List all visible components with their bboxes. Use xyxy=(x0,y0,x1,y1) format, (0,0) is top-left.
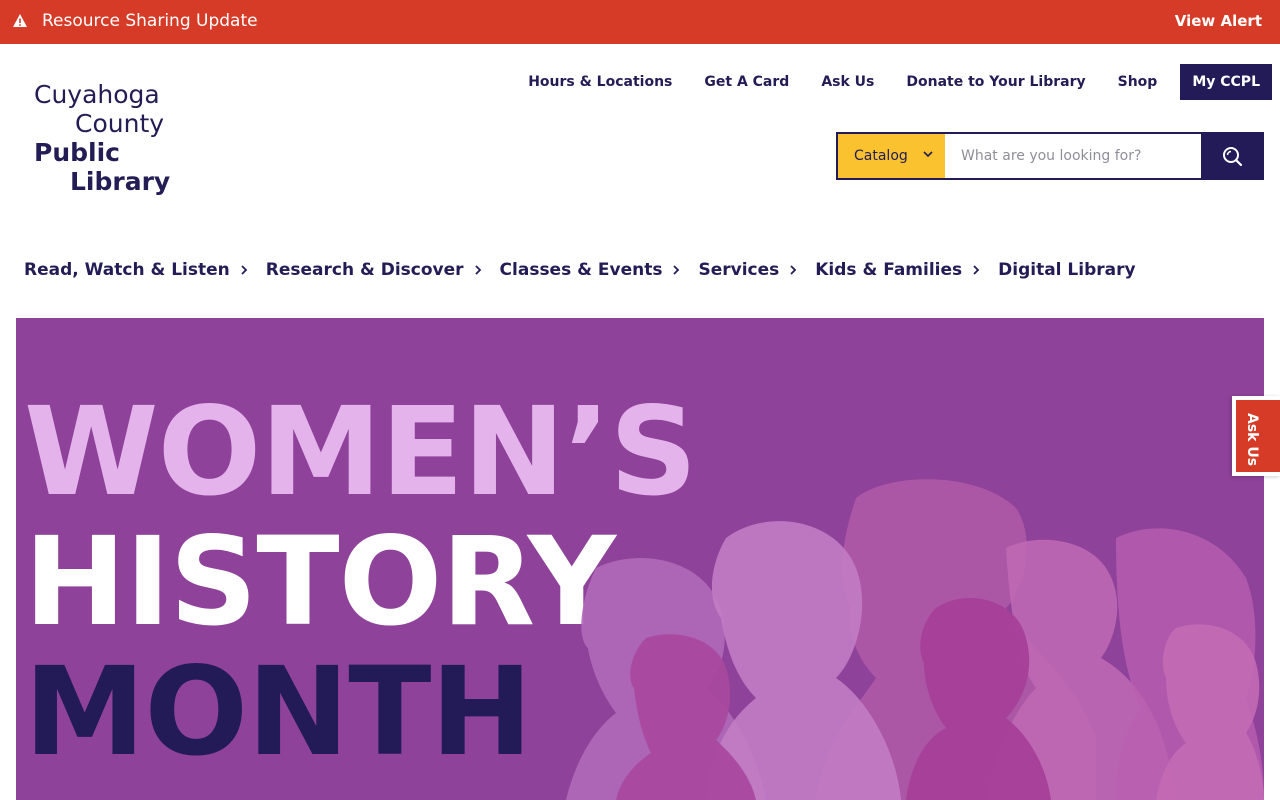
logo-line-1: Cuyahoga xyxy=(34,80,160,109)
hours-locations-link[interactable]: Hours & Locations xyxy=(528,74,672,90)
ask-us-tab-label: Ask Us xyxy=(1244,413,1260,467)
shop-link[interactable]: Shop xyxy=(1118,74,1158,90)
nav-digital-library[interactable]: Digital Library xyxy=(998,260,1135,280)
warning-icon xyxy=(13,14,27,27)
hero-title-line-3: MONTH xyxy=(24,641,533,783)
get-a-card-link[interactable]: Get A Card xyxy=(704,74,789,90)
search-input[interactable] xyxy=(945,134,1201,178)
chevron-right-icon xyxy=(673,265,680,275)
nav-read-watch-listen[interactable]: Read, Watch & Listen xyxy=(24,260,248,280)
library-logo[interactable]: Cuyahoga County Public Library xyxy=(34,80,184,196)
ask-us-side-tab[interactable]: Ask Us xyxy=(1232,396,1280,476)
nav-kids-families[interactable]: Kids & Families xyxy=(815,260,980,280)
search-button[interactable] xyxy=(1201,134,1262,178)
nav-label: Services xyxy=(698,260,780,280)
women-silhouettes-illustration xyxy=(566,479,1264,800)
alert-bar: Resource Sharing Update View Alert xyxy=(0,0,1280,44)
utility-nav: Hours & Locations Get A Card Ask Us Dona… xyxy=(496,64,1272,100)
donate-link[interactable]: Donate to Your Library xyxy=(906,74,1085,90)
ask-us-tab-background: Ask Us xyxy=(1236,400,1280,472)
search-scope-select[interactable]: Catalog xyxy=(838,134,945,178)
hero-banner[interactable]: WOMEN’S HISTORY MONTH xyxy=(16,318,1264,800)
nav-label: Kids & Families xyxy=(815,260,963,280)
chevron-down-icon xyxy=(923,151,933,158)
logo-line-2: County xyxy=(75,109,165,138)
view-alert-link[interactable]: View Alert xyxy=(1175,12,1262,30)
chevron-right-icon xyxy=(973,265,980,275)
my-ccpl-button[interactable]: My CCPL xyxy=(1180,64,1272,100)
nav-research-discover[interactable]: Research & Discover xyxy=(266,260,482,280)
search-scope-label: Catalog xyxy=(854,148,908,164)
main-nav: Read, Watch & Listen Research & Discover… xyxy=(24,256,1154,284)
nav-services[interactable]: Services xyxy=(698,260,797,280)
nav-classes-events[interactable]: Classes & Events xyxy=(500,260,681,280)
search-icon xyxy=(1222,147,1242,167)
ask-us-link[interactable]: Ask Us xyxy=(821,74,874,90)
nav-label: Digital Library xyxy=(998,260,1136,280)
nav-label: Classes & Events xyxy=(499,260,663,280)
hero-title-line-2: HISTORY xyxy=(24,511,616,653)
logo-line-4: Library xyxy=(70,167,171,196)
search-bar: Catalog xyxy=(836,132,1264,180)
chevron-right-icon xyxy=(241,265,248,275)
nav-label: Research & Discover xyxy=(265,260,464,280)
nav-label: Read, Watch & Listen xyxy=(24,260,230,280)
chevron-right-icon xyxy=(474,265,481,275)
chevron-right-icon xyxy=(790,265,797,275)
logo-line-3: Public xyxy=(34,138,120,167)
alert-title: Resource Sharing Update xyxy=(42,11,258,31)
